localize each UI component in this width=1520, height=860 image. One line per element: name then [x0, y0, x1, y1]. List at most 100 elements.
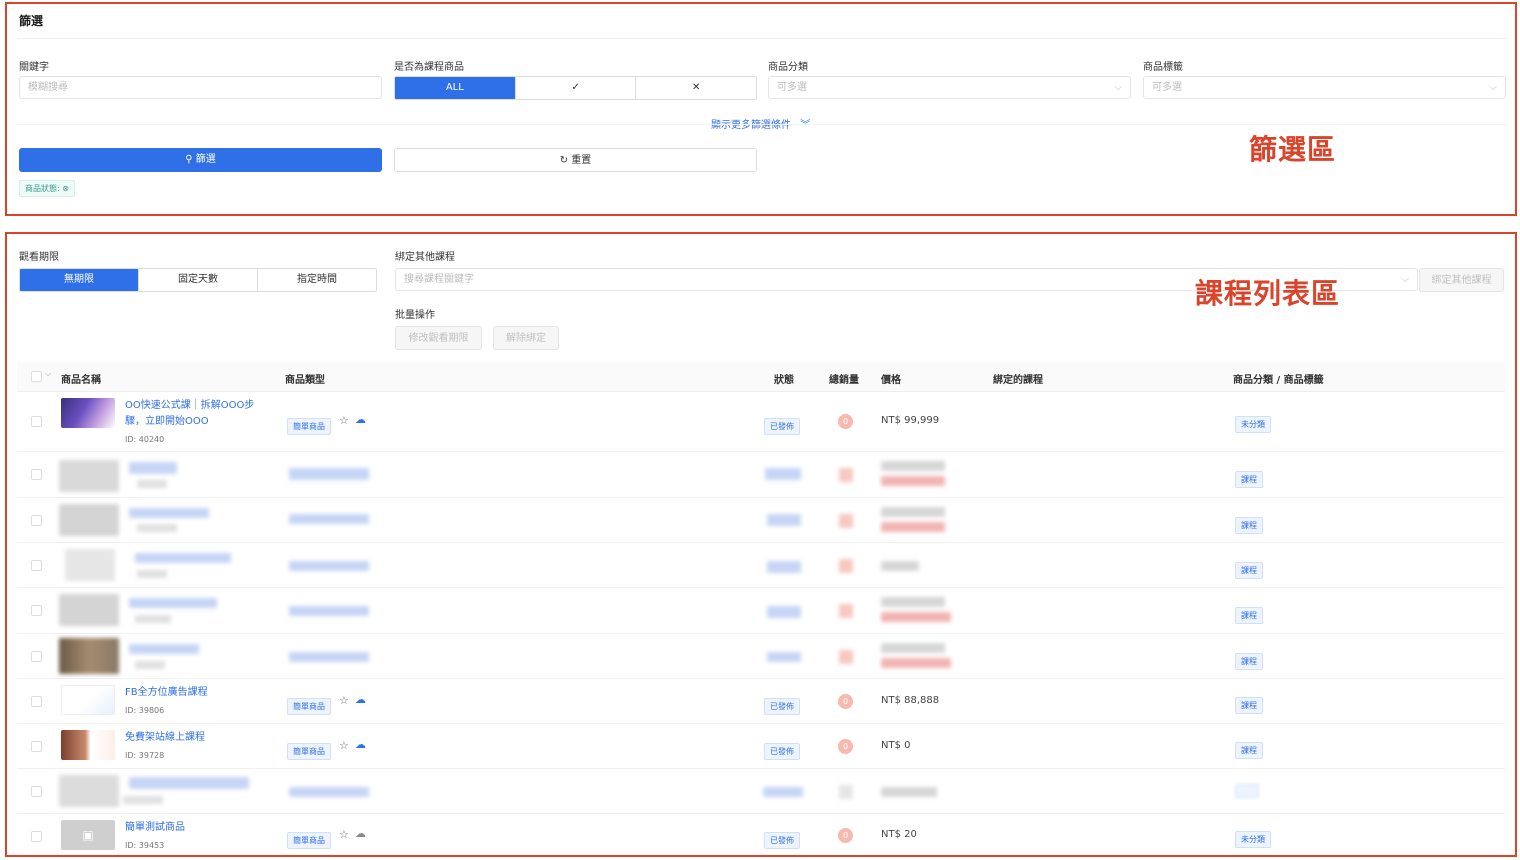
- blurred-id: [135, 661, 165, 669]
- blurred-sales: [839, 785, 853, 799]
- category-tags: [1235, 783, 1259, 802]
- product-id: ID: 39806: [125, 706, 165, 715]
- blurred-name: [129, 508, 209, 518]
- blurred-sale-price: [881, 658, 951, 668]
- batch-unbind-button[interactable]: 解除綁定: [493, 326, 559, 350]
- table-row[interactable]: 免費架站線上課程 ID: 39728 簡單商品 ☆ ☁ 已發佈 0 NT$ 0 …: [17, 724, 1505, 769]
- cloud-outline-icon: ☁: [355, 827, 366, 840]
- category-badge: 未分類: [1235, 416, 1271, 433]
- table-row[interactable]: OO快速公式課｜拆解OOO步驟，立即開始OOO ID: 40240 簡單商品 ☆…: [17, 392, 1505, 452]
- product-name-link[interactable]: 簡單測試商品: [125, 820, 270, 836]
- type-badge: 簡單商品: [287, 418, 331, 435]
- star-icon[interactable]: ☆: [339, 694, 349, 707]
- chevron-down-icon[interactable]: ⌵: [45, 369, 51, 379]
- blurred-name: [135, 553, 231, 563]
- bind-course-button[interactable]: 綁定其他課程: [1419, 268, 1504, 292]
- category-tags: 課程: [1235, 738, 1263, 759]
- row-checkbox[interactable]: [31, 651, 42, 662]
- product-name-link[interactable]: OO快速公式課｜拆解OOO步驟，立即開始OOO: [125, 398, 270, 430]
- blurred-name: [129, 644, 199, 654]
- product-thumbnail: [59, 638, 119, 674]
- table-row[interactable]: 課程: [17, 634, 1505, 679]
- table-row[interactable]: 課程: [17, 452, 1505, 498]
- watch-period-label: 觀看期限: [19, 252, 59, 263]
- category-select[interactable]: 可多選 ⌵: [768, 76, 1131, 99]
- placeholder-image-icon: ▣: [61, 820, 115, 850]
- blurred-status: [767, 606, 801, 618]
- product-thumbnail: [61, 398, 115, 428]
- row-checkbox[interactable]: [31, 605, 42, 616]
- reset-button-label: 重置: [571, 155, 592, 166]
- blurred-price: [881, 787, 937, 797]
- table-row[interactable]: 課程: [17, 588, 1505, 634]
- row-checkbox[interactable]: [31, 786, 42, 797]
- product-name-link[interactable]: FB全方位廣告課程: [125, 685, 270, 701]
- blurred-id: [137, 570, 167, 578]
- watch-option-specific-time[interactable]: 指定時間: [257, 269, 376, 291]
- sales-count: 0: [838, 739, 853, 754]
- batch-edit-period-button[interactable]: 修改觀看期限: [395, 326, 482, 350]
- blurred-status: [767, 561, 801, 573]
- category-tags: 課程: [1235, 513, 1263, 534]
- course-option-yes[interactable]: ✓: [514, 77, 636, 99]
- watch-option-unlimited[interactable]: 無期限: [20, 269, 138, 291]
- sales-count: 0: [838, 828, 853, 843]
- category-badge: 課程: [1235, 653, 1263, 670]
- cloud-icon: ☁: [355, 738, 366, 751]
- table-row[interactable]: 課程: [17, 498, 1505, 543]
- reset-button[interactable]: ↻ 重置: [394, 148, 757, 172]
- blurred-sales: [839, 468, 853, 482]
- row-checkbox[interactable]: [31, 560, 42, 571]
- category-tags: 課程: [1235, 603, 1263, 624]
- close-circle-icon[interactable]: ⊗: [62, 184, 69, 193]
- blurred-sales: [839, 650, 853, 664]
- search-button[interactable]: ⚲ 篩選: [19, 148, 382, 172]
- status-filter-chip[interactable]: 商品狀態: ⊗: [19, 180, 75, 197]
- category-tags: 課程: [1235, 649, 1263, 670]
- price: NT$ 20: [881, 829, 917, 840]
- row-checkbox[interactable]: [31, 469, 42, 480]
- row-checkbox[interactable]: [31, 416, 42, 427]
- product-id: ID: 39728: [125, 751, 165, 760]
- blurred-type: [289, 561, 369, 571]
- watch-option-fixed-days[interactable]: 固定天數: [138, 269, 257, 291]
- sales-count: 0: [838, 694, 853, 709]
- course-filter-label: 是否為課程商品: [394, 62, 464, 73]
- blurred-price: [881, 507, 945, 517]
- col-bound-courses: 綁定的課程: [993, 375, 1043, 386]
- divider: [17, 38, 1507, 39]
- table-row[interactable]: FB全方位廣告課程 ID: 39806 簡單商品 ☆ ☁ 已發佈 0 NT$ 8…: [17, 679, 1505, 724]
- course-list-panel: 觀看期限 無期限 固定天數 指定時間 綁定其他課程 搜尋課程關鍵字 ⌵ 綁定其他…: [5, 232, 1517, 857]
- select-all-checkbox[interactable]: [31, 371, 42, 382]
- filter-area-annotation: 篩選區: [1249, 133, 1337, 166]
- star-icon[interactable]: ☆: [339, 414, 349, 427]
- row-checkbox[interactable]: [31, 515, 42, 526]
- blurred-id: [137, 524, 177, 532]
- chevron-down-icon: ⌵: [1401, 274, 1409, 285]
- product-type: 簡單商品: [287, 828, 331, 849]
- refresh-icon: ↻: [559, 155, 572, 166]
- product-thumbnail: [59, 594, 119, 626]
- table-row[interactable]: [17, 769, 1505, 814]
- cloud-icon: ☁: [355, 693, 366, 706]
- table-row[interactable]: ▣ 簡單測試商品 ID: 39453 簡單商品 ☆ ☁ 已發佈 0 NT$ 20…: [17, 814, 1505, 855]
- course-option-all[interactable]: ALL: [395, 77, 515, 99]
- col-status: 狀態: [774, 375, 794, 386]
- row-checkbox[interactable]: [31, 741, 42, 752]
- tag-select[interactable]: 可多選 ⌵: [1143, 76, 1506, 99]
- chevron-down-icon: ⌵: [1489, 82, 1497, 93]
- keyword-input[interactable]: 模糊搜尋: [19, 76, 382, 99]
- star-icon[interactable]: ☆: [339, 828, 349, 841]
- course-filter-segment: ALL ✓ ✕: [394, 76, 757, 100]
- course-option-no[interactable]: ✕: [635, 77, 756, 99]
- table-row[interactable]: 課程: [17, 543, 1505, 588]
- tag-placeholder: 可多選: [1152, 82, 1182, 93]
- star-icon[interactable]: ☆: [339, 739, 349, 752]
- product-name-link[interactable]: 免費架站線上課程: [125, 730, 270, 746]
- type-badge: 簡單商品: [287, 698, 331, 715]
- row-checkbox[interactable]: [31, 696, 42, 707]
- category-badge: 課程: [1235, 607, 1263, 624]
- row-checkbox[interactable]: [31, 831, 42, 842]
- blurred-price: [881, 561, 919, 571]
- blurred-sales: [839, 604, 853, 618]
